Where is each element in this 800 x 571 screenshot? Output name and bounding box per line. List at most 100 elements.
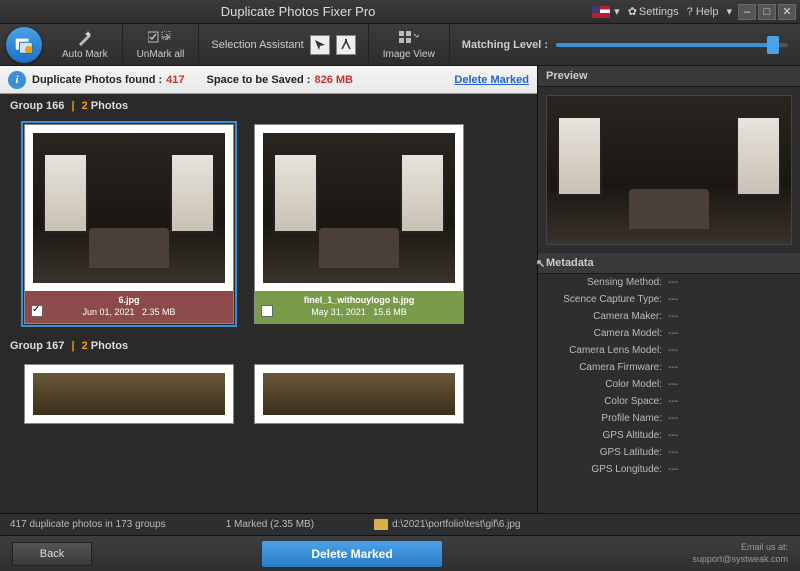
photo-filename: finel_1_withouylogo b.jpg: [304, 295, 415, 305]
automark-button[interactable]: Auto Mark: [48, 24, 123, 65]
metadata-key: Color Space:: [548, 396, 668, 407]
photo-meta: Jun 01, 2021 2.35 MB: [82, 307, 175, 317]
metadata-value: ---: [668, 379, 678, 390]
image-view-button[interactable]: Image View: [369, 24, 450, 65]
photo-checkbox[interactable]: [261, 305, 273, 317]
status-summary: 417 duplicate photos in 173 groups: [10, 519, 166, 530]
title-bar: Duplicate Photos Fixer Pro ▾ ✿ Settings …: [0, 0, 800, 24]
metadata-row: Sensing Method:---: [542, 274, 796, 291]
minimize-button[interactable]: –: [738, 4, 756, 20]
metadata-key: Camera Model:: [548, 328, 668, 339]
metadata-value: ---: [668, 396, 678, 407]
group-header: Group 166 | 2 Photos: [0, 94, 537, 118]
space-label: Space to be Saved :: [207, 74, 311, 86]
group-label: Group 167: [10, 340, 64, 352]
metadata-key: Sensing Method:: [548, 277, 668, 288]
main-area: i Duplicate Photos found : 417 Space to …: [0, 66, 800, 513]
metadata-key: Camera Lens Model:: [548, 345, 668, 356]
settings-gear-icon[interactable]: ✿: [628, 5, 637, 18]
maximize-button[interactable]: □: [758, 4, 776, 20]
selection-assistant-label: Selection Assistant: [211, 39, 303, 51]
info-icon: i: [8, 71, 26, 89]
folder-icon: [374, 519, 388, 530]
metadata-row: Color Model:---: [542, 376, 796, 393]
photo-meta: May 31, 2021 15.6 MB: [311, 307, 407, 317]
metadata-row: Camera Maker:---: [542, 308, 796, 325]
metadata-value: ---: [668, 328, 678, 339]
logo-icon: [6, 27, 42, 63]
photo-card[interactable]: finel_1_withouylogo b.jpg May 31, 2021 1…: [254, 124, 464, 324]
photo-thumbnail[interactable]: [33, 373, 225, 415]
metadata-value: ---: [668, 447, 678, 458]
flag-icon[interactable]: [592, 6, 610, 18]
metadata-value: ---: [668, 277, 678, 288]
group-count-suffix: Photos: [88, 340, 128, 352]
selection-tool-1-button[interactable]: [310, 35, 330, 55]
email-address[interactable]: support@systweak.com: [692, 554, 788, 566]
grid-icon: [399, 29, 419, 47]
metadata-key: Scence Capture Type:: [548, 294, 668, 305]
metadata-key: Camera Maker:: [548, 311, 668, 322]
checkbox-arrow-icon: [148, 29, 172, 47]
slider-thumb[interactable]: [767, 36, 779, 54]
status-marked: 1 Marked (2.35 MB): [226, 519, 314, 530]
metadata-value: ---: [668, 464, 678, 475]
selection-tool-2-button[interactable]: [336, 35, 356, 55]
metadata-list[interactable]: Sensing Method:---Scence Capture Type:--…: [538, 274, 800, 513]
settings-link[interactable]: Settings: [639, 6, 679, 18]
help-dropdown-icon[interactable]: ▾: [726, 5, 732, 18]
email-info: Email us at: support@systweak.com: [692, 542, 788, 565]
photo-thumbnail[interactable]: [263, 133, 455, 283]
help-link[interactable]: ? Help: [687, 6, 719, 18]
email-label: Email us at:: [692, 542, 788, 554]
photo-checkbox[interactable]: [31, 305, 43, 317]
status-path-group: d:\2021\portfolio\test\gif\6.jpg: [374, 519, 520, 530]
photo-card[interactable]: [254, 364, 464, 424]
groups-scroll[interactable]: Group 166 | 2 Photos 6.jpg Jun 01, 2021 …: [0, 94, 537, 513]
flag-dropdown-icon[interactable]: ▾: [614, 5, 620, 18]
photo-row: 6.jpg Jun 01, 2021 2.35 MB finel_1_witho…: [0, 118, 537, 334]
app-logo: [0, 24, 48, 66]
side-panel: Preview ↖ Metadata Sensing Method:---Sce…: [538, 66, 800, 513]
slider-fill: [556, 43, 769, 47]
photo-thumbnail[interactable]: [33, 133, 225, 283]
space-value: 826 MB: [314, 74, 353, 86]
preview-image: [546, 95, 792, 245]
metadata-row: Camera Firmware:---: [542, 359, 796, 376]
results-pane: i Duplicate Photos found : 417 Space to …: [0, 66, 538, 513]
back-button[interactable]: Back: [12, 542, 92, 566]
photo-card[interactable]: [24, 364, 234, 424]
metadata-value: ---: [668, 413, 678, 424]
cursor-icon: ↖: [536, 257, 545, 270]
metadata-key: GPS Altitude:: [548, 430, 668, 441]
metadata-header: ↖ Metadata: [538, 253, 800, 274]
bottom-bar: Back Delete Marked Email us at: support@…: [0, 535, 800, 571]
metadata-value: ---: [668, 294, 678, 305]
automark-label: Auto Mark: [62, 49, 108, 60]
delete-marked-button[interactable]: Delete Marked: [262, 541, 442, 567]
photo-thumbnail[interactable]: [263, 373, 455, 415]
metadata-key: Profile Name:: [548, 413, 668, 424]
matching-level-label: Matching Level :: [462, 39, 548, 51]
matching-level-slider[interactable]: [556, 43, 788, 47]
group-label: Group 166: [10, 100, 64, 112]
metadata-key: GPS Latitude:: [548, 447, 668, 458]
image-view-label: Image View: [383, 49, 435, 60]
metadata-key: Camera Firmware:: [548, 362, 668, 373]
preview-header: Preview: [538, 66, 800, 87]
photo-card[interactable]: 6.jpg Jun 01, 2021 2.35 MB: [24, 124, 234, 324]
close-button[interactable]: ✕: [778, 4, 796, 20]
unmarkall-label: UnMark all: [137, 49, 185, 60]
photo-footer: 6.jpg Jun 01, 2021 2.35 MB: [25, 291, 233, 323]
delete-marked-link[interactable]: Delete Marked: [454, 74, 529, 86]
photo-footer: finel_1_withouylogo b.jpg May 31, 2021 1…: [255, 291, 463, 323]
metadata-row: Camera Lens Model:---: [542, 342, 796, 359]
group-header: Group 167 | 2 Photos: [0, 334, 537, 358]
group-count-suffix: Photos: [88, 100, 128, 112]
metadata-value: ---: [668, 362, 678, 373]
metadata-key: GPS Longitude:: [548, 464, 668, 475]
status-path: d:\2021\portfolio\test\gif\6.jpg: [392, 519, 520, 530]
metadata-key: Color Model:: [548, 379, 668, 390]
unmarkall-button[interactable]: UnMark all: [123, 24, 200, 65]
metadata-row: GPS Longitude:---: [542, 461, 796, 478]
